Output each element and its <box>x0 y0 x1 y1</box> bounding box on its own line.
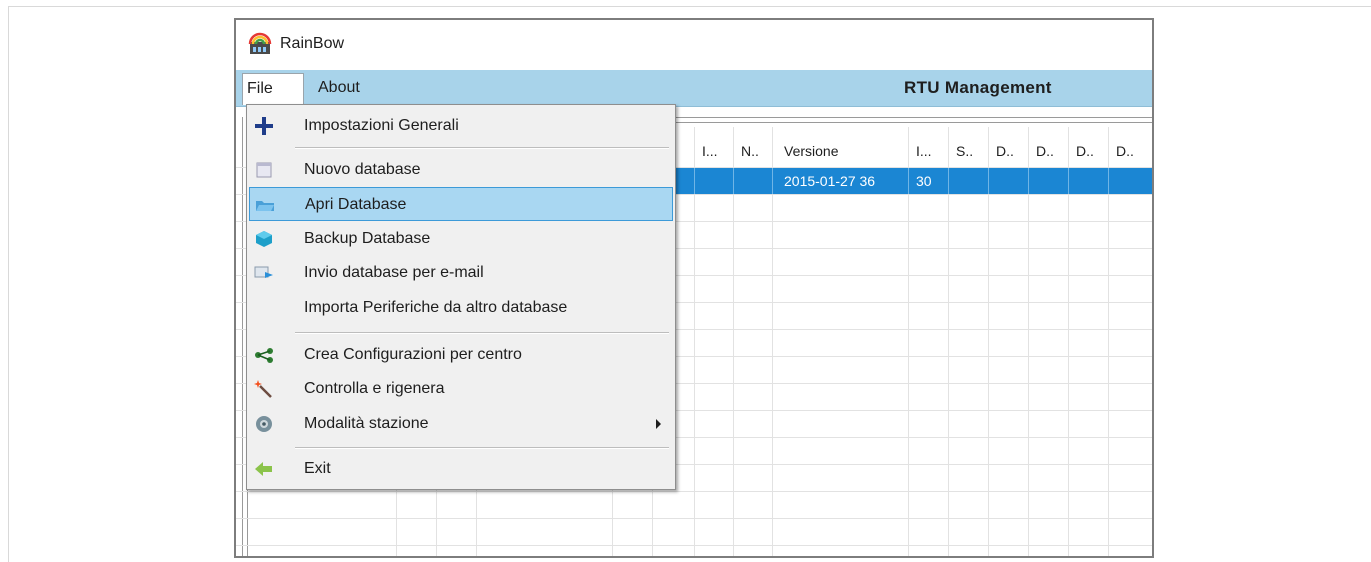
menu-item-label: Impostazioni Generali <box>304 117 459 134</box>
menu-separator <box>295 447 669 449</box>
column-header[interactable]: D.. <box>1116 137 1144 165</box>
table-row-selected[interactable] <box>661 168 1152 194</box>
menu-separator <box>295 147 669 149</box>
new-database-icon <box>256 162 272 178</box>
plus-icon <box>255 117 273 135</box>
menu-bar: File About RTU Management <box>236 70 1152 107</box>
menu-item-controlla-rigenera[interactable]: Controlla e rigenera <box>249 372 673 406</box>
grid-row-line <box>236 545 1152 546</box>
grid-column-line <box>1108 168 1109 194</box>
menu-separator <box>295 332 669 334</box>
backup-icon <box>256 231 272 247</box>
menu-item-label: Crea Configurazioni per centro <box>304 346 522 363</box>
rainbow-app-icon <box>248 32 272 54</box>
submenu-arrow-icon <box>656 419 661 429</box>
column-header[interactable]: I... <box>702 137 728 165</box>
menu-item-label: Controlla e rigenera <box>304 380 445 397</box>
menu-item-label: Apri Database <box>305 196 407 213</box>
menu-item-label: Nuovo database <box>304 161 421 178</box>
menu-item-label: Backup Database <box>304 230 431 247</box>
menu-item-label: Invio database per e-mail <box>304 264 484 281</box>
menu-item-label: Modalità stazione <box>304 415 429 432</box>
send-email-icon <box>254 266 273 278</box>
grid-row-line <box>236 491 1152 492</box>
menu-item-importa-periferiche[interactable]: Importa Periferiche da altro database <box>249 291 673 325</box>
window-title: RainBow <box>280 35 345 52</box>
station-mode-icon <box>256 416 272 432</box>
menu-item-label: Exit <box>304 460 331 477</box>
outer-frame-left <box>8 6 9 562</box>
menu-item-impostazioni-generali[interactable]: Impostazioni Generali <box>249 109 673 143</box>
menu-about[interactable]: About <box>318 73 360 103</box>
cell-versione: 2015-01-27 36 <box>784 173 876 189</box>
grid-row-line <box>236 518 1152 519</box>
section-title: RTU Management <box>904 78 1052 97</box>
column-header[interactable]: S.. <box>956 137 984 165</box>
grid-column-line <box>1068 168 1069 194</box>
magic-wand-icon <box>254 380 272 398</box>
menu-item-backup-database[interactable]: Backup Database <box>249 222 673 256</box>
file-menu-dropdown: Impostazioni Generali Nuovo database Apr… <box>246 104 676 490</box>
column-header[interactable]: D.. <box>1076 137 1104 165</box>
column-header[interactable]: D.. <box>996 137 1024 165</box>
menu-item-invio-database-email[interactable]: Invio database per e-mail <box>249 256 673 290</box>
grid-column-line <box>988 168 989 194</box>
menu-item-crea-configurazioni[interactable]: Crea Configurazioni per centro <box>249 338 673 372</box>
grid-column-line <box>948 168 949 194</box>
cell-i: 30 <box>916 173 932 189</box>
title-bar: RainBow <box>236 20 1152 70</box>
outer-frame-top <box>8 6 1371 7</box>
column-header[interactable]: D.. <box>1036 137 1064 165</box>
menu-item-label: Importa Periferiche da altro database <box>304 299 568 316</box>
column-header-versione[interactable]: Versione <box>784 137 904 165</box>
grid-column-line <box>733 168 734 194</box>
column-header[interactable]: I... <box>916 137 944 165</box>
grid-column-line <box>1028 168 1029 194</box>
network-icon <box>255 348 273 363</box>
column-header[interactable]: N.. <box>741 137 767 165</box>
grid-column-line <box>772 168 773 194</box>
menu-item-exit[interactable]: Exit <box>249 452 673 486</box>
menu-item-modalita-stazione[interactable]: Modalità stazione <box>249 407 673 441</box>
grid-column-line <box>694 168 695 194</box>
menu-item-nuovo-database[interactable]: Nuovo database <box>249 153 673 187</box>
exit-arrow-icon <box>255 462 272 476</box>
menu-item-apri-database[interactable]: Apri Database <box>249 187 673 221</box>
folder-open-icon <box>256 201 274 211</box>
menu-file[interactable]: File <box>242 73 304 105</box>
grid-column-line <box>908 168 909 194</box>
